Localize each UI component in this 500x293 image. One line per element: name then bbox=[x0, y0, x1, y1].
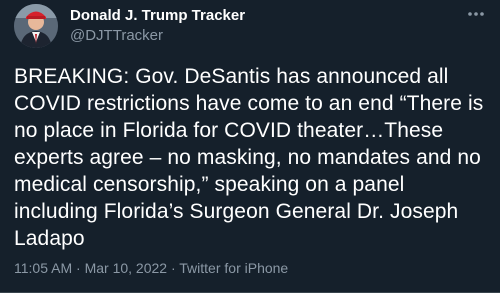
author-display-name[interactable]: Donald J. Trump Tracker bbox=[70, 6, 245, 26]
meta-separator: · bbox=[76, 260, 81, 276]
more-options-button[interactable] bbox=[466, 4, 486, 24]
tweet-source[interactable]: Twitter for iPhone bbox=[179, 260, 288, 276]
tweet-text: BREAKING: Gov. DeSantis has announced al… bbox=[14, 65, 484, 250]
tweet-time[interactable]: 11:05 AM bbox=[14, 260, 72, 276]
tweet-card: Donald J. Trump Tracker @DJTTracker BREA… bbox=[0, 0, 500, 293]
author-handle[interactable]: @DJTTracker bbox=[70, 26, 245, 46]
profile-photo-icon bbox=[14, 4, 58, 48]
avatar[interactable] bbox=[14, 4, 58, 48]
tweet-meta: 11:05 AM · Mar 10, 2022 · Twitter for iP… bbox=[14, 259, 288, 277]
more-options-icon bbox=[468, 12, 484, 16]
meta-separator: · bbox=[170, 260, 176, 276]
tweet-header: Donald J. Trump Tracker @DJTTracker bbox=[14, 4, 245, 48]
tweet-date[interactable]: Mar 10, 2022 bbox=[85, 260, 168, 276]
author-names: Donald J. Trump Tracker @DJTTracker bbox=[70, 6, 245, 46]
